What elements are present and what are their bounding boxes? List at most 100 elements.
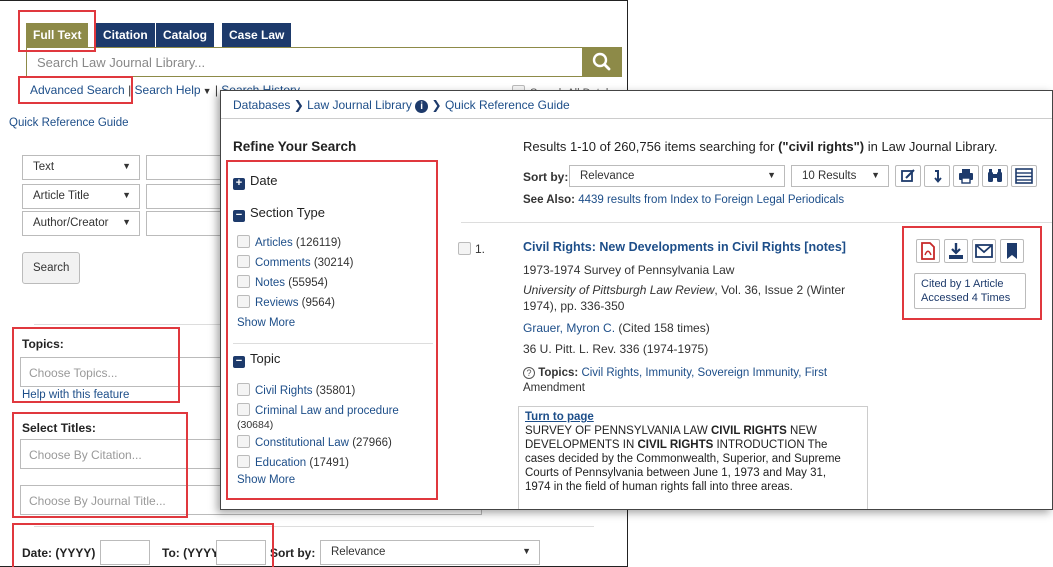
minus-icon: − (233, 210, 245, 222)
list-view-button[interactable] (1011, 165, 1037, 187)
divider (233, 343, 433, 344)
sort-direction-button[interactable] (924, 165, 950, 187)
facet-option-label: Articles (255, 237, 293, 249)
facet-option-label: Civil Rights (255, 385, 313, 397)
field-input-2[interactable] (146, 184, 226, 209)
checkbox[interactable] (237, 255, 250, 268)
field-input-1[interactable] (146, 155, 226, 180)
citation-stats-badge: Cited by 1 Article Accessed 4 Times (914, 273, 1026, 309)
facet-option-constitutional-law[interactable]: Constitutional Law (27966) (237, 435, 392, 450)
result-topics-links-2[interactable]: Amendment (523, 382, 585, 394)
checkbox[interactable] (237, 455, 250, 468)
turn-to-page-link[interactable]: Turn to page (525, 410, 861, 424)
list-icon (1015, 168, 1033, 184)
facet-option-articles[interactable]: Articles (126119) (237, 235, 341, 250)
edit-icon (901, 169, 915, 182)
bookmark-icon (1007, 243, 1017, 259)
date-to-input[interactable] (216, 540, 266, 565)
breadcrumb-law-journal-library[interactable]: Law Journal Library (307, 98, 412, 112)
facet-option-label: Criminal Law and procedure (255, 405, 399, 417)
result-author-cited: (Cited 158 times) (615, 321, 710, 335)
topics-input[interactable]: Choose Topics... (20, 357, 230, 387)
field-select-3[interactable]: Author/Creator ▼ (22, 211, 140, 236)
date-from-input[interactable] (100, 540, 150, 565)
facet-topic[interactable]: − Topic (233, 351, 280, 368)
checkbox[interactable] (237, 275, 250, 288)
breadcrumb-quick-reference[interactable]: Quick Reference Guide (445, 98, 570, 112)
sort-by-label: Sort by: (270, 546, 316, 560)
email-button[interactable] (972, 239, 996, 263)
checkbox[interactable] (237, 383, 250, 396)
tab-case-law[interactable]: Case Law (222, 23, 292, 47)
search-input[interactable]: Search Law Journal Library... (26, 47, 622, 77)
show-more-link[interactable]: Show More (237, 317, 295, 329)
results-sort-value: Relevance (580, 170, 635, 182)
field-select-1[interactable]: Text ▼ (22, 155, 140, 180)
print-button[interactable] (953, 165, 979, 187)
result-journal-volume: , Vol. 36, Issue 2 (Winter (714, 283, 846, 297)
search-submit-button[interactable] (582, 47, 622, 77)
facet-topic-label: Topic (250, 351, 281, 366)
facet-option-label: Comments (255, 257, 311, 269)
topics-label: Topics: (22, 337, 64, 351)
quick-reference-link[interactable]: Quick Reference Guide (9, 117, 129, 129)
breadcrumb: Databases ❯ Law Journal Library i ❯ Quic… (221, 91, 1052, 119)
result-title-link[interactable]: Civil Rights: New Developments in Civil … (523, 240, 846, 254)
show-more-link[interactable]: Show More (237, 474, 295, 486)
facet-option-count: (17491) (309, 457, 349, 469)
advanced-search-link[interactable]: Advanced Search (30, 83, 125, 97)
help-circle-icon[interactable]: ? (523, 367, 535, 379)
help-feature-link[interactable]: Help with this feature (22, 389, 129, 401)
field-input-3[interactable] (146, 211, 226, 236)
result-topics-links[interactable]: Civil Rights, Immunity, Sovereign Immuni… (578, 367, 827, 379)
result-subtitle: 1973-1974 Survey of Pennsylvania Law (523, 263, 735, 277)
divider (34, 526, 594, 527)
facet-option-criminal-law[interactable]: Criminal Law and procedure (30684) (237, 403, 417, 432)
checkbox[interactable] (237, 235, 250, 248)
facet-option-reviews[interactable]: Reviews (9564) (237, 295, 335, 310)
facet-section-type-label: Section Type (250, 205, 325, 220)
result-snippet: Turn to page SURVEY OF PENNSYLVANIA LAW … (518, 406, 868, 509)
result-checkbox[interactable] (458, 242, 471, 255)
edit-search-button[interactable] (895, 165, 921, 187)
result-number: 1. (475, 242, 486, 256)
snippet-line: DEVELOPMENTS IN CIVIL RIGHTS INTRODUCTIO… (525, 438, 861, 452)
facet-option-civil-rights[interactable]: Civil Rights (35801) (237, 383, 355, 398)
result-author-link[interactable]: Grauer, Myron C. (523, 321, 615, 335)
search-help-link[interactable]: Search Help (135, 83, 201, 97)
facet-option-education[interactable]: Education (17491) (237, 455, 349, 470)
facet-option-notes[interactable]: Notes (55954) (237, 275, 328, 290)
result-topics: ? Topics: Civil Rights, Immunity, Sovere… (523, 367, 827, 379)
chevron-down-icon: ▼ (122, 217, 131, 227)
facet-date[interactable]: + Date (233, 173, 277, 190)
breadcrumb-databases[interactable]: Databases (233, 98, 290, 112)
download-button[interactable] (944, 239, 968, 263)
binoculars-button[interactable] (982, 165, 1008, 187)
checkbox[interactable] (237, 435, 250, 448)
tab-catalog[interactable]: Catalog (156, 23, 215, 47)
snippet-text: INTRODUCTION The (713, 439, 828, 451)
field-select-2[interactable]: Article Title ▼ (22, 184, 140, 209)
checkbox[interactable] (237, 295, 250, 308)
tab-full-text[interactable]: Full Text (26, 23, 89, 47)
search-button[interactable]: Search (22, 252, 81, 284)
per-page-select[interactable]: 10 Results ▼ (791, 165, 889, 187)
download-icon (949, 243, 963, 259)
bookmark-button[interactable] (1000, 239, 1024, 263)
sort-select[interactable]: Relevance ▼ (320, 540, 540, 565)
chevron-down-icon: ▼ (871, 170, 880, 180)
search-icon (592, 52, 611, 71)
cited-by-count[interactable]: Cited by 1 Article (921, 277, 1019, 291)
pdf-button[interactable] (916, 239, 940, 263)
checkbox[interactable] (237, 403, 250, 416)
results-sort-select[interactable]: Relevance ▼ (569, 165, 785, 187)
facet-option-comments[interactable]: Comments (30214) (237, 255, 353, 270)
facet-section-type[interactable]: − Section Type (233, 205, 325, 222)
citation-input[interactable]: Choose By Citation... (20, 439, 230, 469)
info-icon[interactable]: i (415, 100, 429, 113)
sort-value: Relevance (331, 546, 386, 558)
see-also-link[interactable]: 4439 results from Index to Foreign Legal… (578, 194, 844, 206)
tab-citation[interactable]: Citation (96, 23, 155, 47)
see-also: See Also: 4439 results from Index to For… (523, 194, 844, 206)
snippet-text: SURVEY OF PENNSYLVANIA LAW (525, 425, 711, 437)
